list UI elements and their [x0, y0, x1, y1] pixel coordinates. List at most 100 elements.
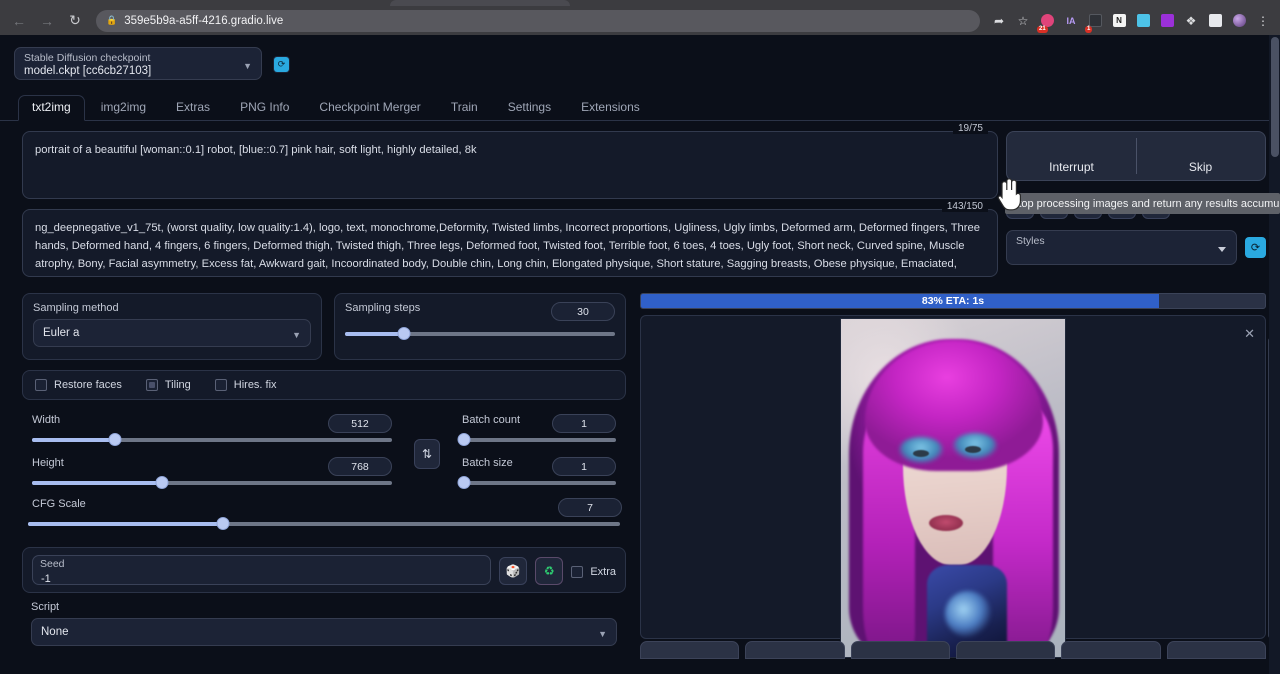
height-value[interactable]: 768 [328, 457, 392, 476]
image-gallery[interactable]: ✕ [640, 315, 1266, 639]
tab-extras[interactable]: Extras [162, 95, 224, 121]
close-preview-icon[interactable]: ✕ [1244, 326, 1255, 342]
gallery-action-button[interactable] [745, 641, 844, 659]
forward-arrow-icon[interactable]: → [34, 9, 60, 33]
refresh-styles-icon[interactable]: ⟳ [1245, 237, 1266, 258]
checkbox-icon [146, 379, 158, 391]
seed-label: Seed [40, 558, 65, 570]
tab-png-info[interactable]: PNG Info [226, 95, 303, 121]
checkpoint-row: Stable Diffusion checkpoint model.ckpt [… [0, 35, 1280, 80]
dimensions-batch-row: Width 512 Height 768 ⇅ [22, 408, 626, 500]
address-bar[interactable]: 🔒 359e5b9a-a5ff-4216.gradio.live [96, 10, 980, 32]
extension-purple-icon[interactable] [1156, 10, 1178, 32]
toggles-panel: Restore faces Tiling Hires. fix [22, 370, 626, 400]
interrupt-tooltip: Stop processing images and return any re… [1005, 193, 1280, 214]
cfg-slider[interactable] [28, 517, 620, 531]
tiling-checkbox[interactable]: Tiling [146, 379, 191, 391]
page-scrollbar-thumb[interactable] [1271, 37, 1279, 157]
sampling-steps-value[interactable]: 30 [551, 302, 615, 321]
extension-image-icon[interactable] [1132, 10, 1154, 32]
positive-token-counter: 19/75 [953, 123, 988, 134]
swap-dimensions-icon[interactable]: ⇅ [414, 439, 440, 469]
width-slider[interactable] [32, 433, 392, 447]
width-value[interactable]: 512 [328, 414, 392, 433]
recycle-reuse-seed-icon[interactable]: ♻ [535, 557, 563, 585]
checkbox-icon [571, 566, 583, 578]
reload-icon[interactable]: ↻ [62, 9, 88, 33]
script-select[interactable]: None ▼ [31, 618, 617, 646]
tab-extensions[interactable]: Extensions [567, 95, 654, 121]
restore-faces-label: Restore faces [54, 379, 122, 391]
chevron-down-icon [1218, 247, 1226, 252]
back-arrow-icon[interactable]: ← [6, 9, 32, 33]
tab-settings[interactable]: Settings [494, 95, 565, 121]
batch-size-label: Batch size [462, 457, 513, 469]
tab-img2img[interactable]: img2img [87, 95, 160, 121]
gallery-action-button[interactable] [956, 641, 1055, 659]
extension-puzzle-icon[interactable]: ❖ [1180, 10, 1202, 32]
script-panel: Script None ▼ [22, 601, 626, 646]
positive-prompt-wrap: portrait of a beautiful [woman::0.1] rob… [22, 131, 998, 199]
extension-badge-1-icon[interactable]: 1 [1084, 10, 1106, 32]
gallery-action-button[interactable] [640, 641, 739, 659]
generation-progress-bar: 83% ETA: 1s [640, 293, 1266, 309]
batch-size-value[interactable]: 1 [552, 457, 616, 476]
negative-token-counter: 143/150 [942, 201, 988, 212]
sampling-steps-panel: Sampling steps 30 [334, 293, 626, 360]
output-column: 83% ETA: 1s ✕ [640, 293, 1266, 646]
checkpoint-value: model.ckpt [cc6cb27103] [24, 65, 151, 77]
lock-icon: 🔒 [106, 15, 117, 26]
star-icon[interactable]: ☆ [1012, 10, 1034, 32]
sampling-steps-slider[interactable] [345, 327, 615, 341]
skip-button[interactable]: Skip [1136, 132, 1265, 180]
script-value: None [41, 626, 69, 638]
gallery-action-button[interactable] [851, 641, 950, 659]
checkpoint-select[interactable]: Stable Diffusion checkpoint model.ckpt [… [14, 47, 262, 80]
positive-prompt-input[interactable]: portrait of a beautiful [woman::0.1] rob… [22, 131, 998, 199]
tab-txt2img[interactable]: txt2img [18, 95, 85, 121]
extension-badge-count: 21 [1037, 26, 1048, 33]
extra-seed-checkbox[interactable]: Extra [571, 566, 616, 585]
tab-train[interactable]: Train [437, 95, 492, 121]
extension-avatar-icon[interactable] [1228, 10, 1250, 32]
extension-notion-icon[interactable]: N [1108, 10, 1130, 32]
main-tabbar: txt2img img2img Extras PNG Info Checkpoi… [0, 94, 1280, 121]
gallery-action-button[interactable] [1061, 641, 1160, 659]
negative-prompt-input[interactable]: ng_deepnegative_v1_75t, (worst quality, … [22, 209, 998, 277]
sampling-method-value: Euler a [43, 327, 79, 339]
styles-select[interactable]: Styles [1006, 230, 1237, 265]
batch-size-slider[interactable] [462, 476, 616, 490]
chevron-down-icon: ▼ [243, 61, 252, 71]
refresh-checkpoint-icon[interactable]: ⟳ [274, 57, 289, 72]
seed-input[interactable]: -1 [41, 573, 51, 585]
batch-count-label: Batch count [462, 414, 520, 426]
extension-ia-icon[interactable]: IA [1060, 10, 1082, 32]
extension-badge-21-icon[interactable]: 21 [1036, 10, 1058, 32]
hires-fix-checkbox[interactable]: Hires. fix [215, 379, 277, 391]
cfg-value[interactable]: 7 [558, 498, 622, 517]
gallery-action-button[interactable] [1167, 641, 1266, 659]
page-scrollbar[interactable] [1269, 35, 1280, 674]
interrupt-button[interactable]: Interrupt [1007, 132, 1136, 180]
swap-button-wrap: ⇅ [414, 408, 440, 500]
three-dot-menu-icon[interactable]: ⋮ [1252, 10, 1274, 32]
progress-label: 83% ETA: 1s [641, 294, 1265, 308]
batch-count-slider[interactable] [462, 433, 616, 447]
sampling-method-select[interactable]: Euler a ▼ [33, 319, 311, 347]
height-slider[interactable] [32, 476, 392, 490]
share-icon[interactable]: ➦ [988, 10, 1010, 32]
height-label: Height [32, 457, 64, 469]
batch-count-value[interactable]: 1 [552, 414, 616, 433]
browser-toolbar: ← → ↻ 🔒 359e5b9a-a5ff-4216.gradio.live ➦… [0, 6, 1280, 35]
cfg-panel: CFG Scale 7 [22, 498, 626, 531]
generated-portrait-preview[interactable] [840, 318, 1066, 658]
web-ui-page: Stable Diffusion checkpoint model.ckpt [… [0, 35, 1280, 674]
chevron-down-icon: ▼ [292, 330, 301, 340]
tab-checkpoint-merger[interactable]: Checkpoint Merger [305, 95, 434, 121]
restore-faces-checkbox[interactable]: Restore faces [35, 379, 122, 391]
main-body: Sampling method Euler a ▼ Sampling steps… [0, 277, 1280, 646]
dimensions-panel: Width 512 Height 768 [22, 408, 402, 500]
dice-random-seed-icon[interactable]: 🎲 [499, 557, 527, 585]
extension-sidepanel-icon[interactable] [1204, 10, 1226, 32]
gallery-action-buttons [640, 641, 1266, 659]
